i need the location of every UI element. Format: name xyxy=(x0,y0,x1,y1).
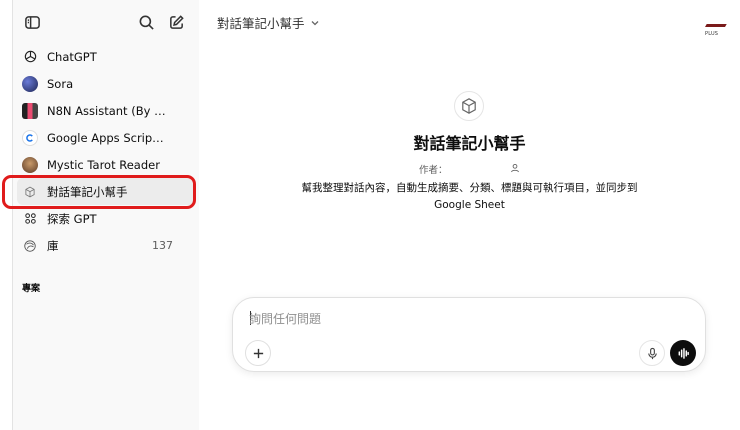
projects-section-title: 專案 xyxy=(22,284,41,294)
library-count: 137 xyxy=(152,239,173,252)
sidebar-item-label: 對話筆記小幫手 xyxy=(47,184,128,199)
chevron-down-icon xyxy=(311,20,318,25)
main-panel: 對話筆記小幫手 PLUS 對話筆記小幫手 作者： 幫我整理對話內容，自動生成摘要… xyxy=(199,0,740,430)
sora-avatar xyxy=(22,75,38,92)
voice-waveform-icon xyxy=(678,347,689,359)
sidebar-toggle-icon[interactable] xyxy=(21,11,43,33)
n8n-avatar xyxy=(22,102,38,119)
sidebar-item-label: 庫 xyxy=(47,238,59,253)
add-attachment-button[interactable] xyxy=(245,340,271,366)
sidebar-item-label: Mystic Tarot Reader xyxy=(47,157,160,172)
sidebar-header xyxy=(13,0,199,44)
tarot-avatar xyxy=(22,156,38,173)
microphone-icon xyxy=(647,347,657,359)
sidebar-item-explore-gpts[interactable]: 探索 GPT xyxy=(13,205,199,232)
model-selector-label: 對話筆記小幫手 xyxy=(217,16,305,31)
sidebar-item-sora[interactable]: Sora xyxy=(13,70,199,97)
sidebar-item-dialog-notes[interactable]: 對話筆記小幫手 xyxy=(17,178,195,205)
sidebar-item-n8n-assistant[interactable]: N8N Assistant (By N... xyxy=(13,97,199,124)
plus-badge-label: PLUS xyxy=(705,31,719,37)
composer xyxy=(232,297,706,372)
chat-input[interactable] xyxy=(249,310,669,328)
sidebar-item-label: Google Apps Script ... xyxy=(47,130,167,145)
model-selector[interactable]: 對話筆記小幫手 xyxy=(217,13,320,32)
gpt-title: 對話筆記小幫手 xyxy=(413,134,526,153)
sidebar-item-label: 探索 GPT xyxy=(47,211,97,226)
sidebar-item-library[interactable]: 庫 137 xyxy=(13,232,199,259)
gpt-author-label: 作者： xyxy=(419,165,448,176)
sidebar-item-mystic-tarot[interactable]: Mystic Tarot Reader xyxy=(13,151,199,178)
search-icon[interactable] xyxy=(135,11,157,33)
sidebar-item-google-apps-script[interactable]: Google Apps Script ... xyxy=(13,124,199,151)
sidebar-item-label: ChatGPT xyxy=(47,49,97,64)
library-avatar xyxy=(22,238,38,254)
sidebar-list: ChatGPT Sora N8N Assistant (By N... Goog… xyxy=(13,43,199,259)
apps-script-avatar xyxy=(22,129,38,146)
gpt-cube-icon xyxy=(454,91,484,121)
voice-mode-button[interactable] xyxy=(670,340,696,366)
cube-icon xyxy=(22,184,38,200)
plus-badge: PLUS xyxy=(703,24,727,37)
gpt-description: 幫我整理對話內容，自動生成摘要、分類、標題與可執行項目，並同步到 Google … xyxy=(301,182,638,211)
plus-icon xyxy=(253,348,263,358)
sidebar-item-label: N8N Assistant (By N... xyxy=(47,103,167,118)
grid-icon xyxy=(22,211,38,227)
dictate-button[interactable] xyxy=(639,340,665,366)
person-icon xyxy=(511,163,519,173)
sidebar: ChatGPT Sora N8N Assistant (By N... Goog… xyxy=(13,0,207,430)
wing-logo-icon xyxy=(703,24,727,30)
sidebar-item-chatgpt[interactable]: ChatGPT xyxy=(13,43,199,70)
new-chat-icon[interactable] xyxy=(165,11,187,33)
sidebar-item-label: Sora xyxy=(47,76,74,91)
chatgpt-logo-icon xyxy=(22,49,38,65)
